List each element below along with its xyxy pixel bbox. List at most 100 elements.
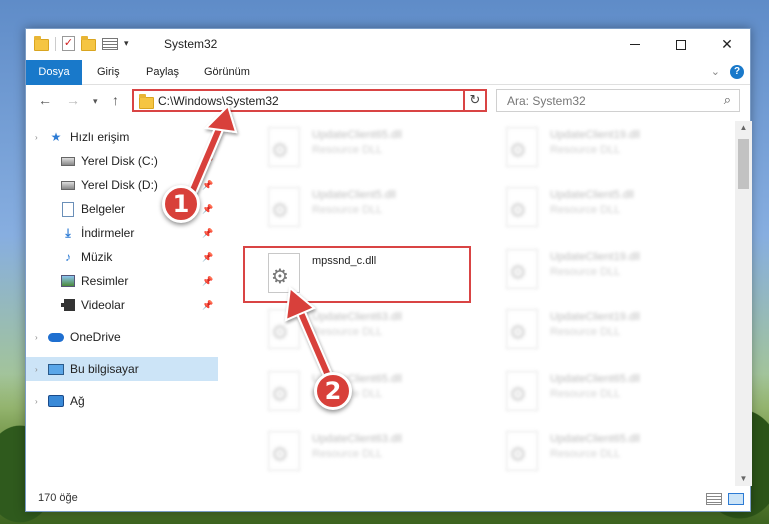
file-tile[interactable]: UpdateClient65.dll Resource DLL bbox=[246, 367, 476, 417]
file-explorer-window: ✓ ▾ System32 ✕ Dosya Giriş Paylaş Görünü… bbox=[25, 28, 752, 512]
file-name: UpdateClient65.dll bbox=[550, 433, 640, 445]
step-2-callout: 2 bbox=[314, 372, 352, 410]
file-type: Resource DLL bbox=[550, 204, 621, 216]
minimize-icon bbox=[630, 44, 640, 45]
pin-icon[interactable]: 📌 bbox=[202, 276, 213, 287]
file-tile[interactable]: UpdateClient63.dll Resource DLL bbox=[246, 305, 476, 355]
quick-access-toolbar: ✓ ▾ bbox=[34, 35, 129, 51]
pin-icon[interactable]: 📌 bbox=[202, 300, 213, 311]
close-button[interactable]: ✕ bbox=[704, 29, 750, 60]
ribbon-expand-icon[interactable]: ⌄ bbox=[711, 65, 720, 78]
file-tile[interactable]: UpdateClient19.dll Resource DLL bbox=[484, 123, 714, 173]
dll-file-icon bbox=[268, 371, 300, 411]
file-type: Resource DLL bbox=[550, 266, 621, 278]
sidebar-item-this-pc[interactable]: › Bu bilgisayar bbox=[26, 357, 218, 381]
file-tile[interactable]: UpdateClient65.dll Resource DLL bbox=[484, 427, 714, 477]
pin-icon[interactable]: 📌 bbox=[202, 204, 213, 215]
dll-file-icon bbox=[268, 127, 300, 167]
file-tile[interactable]: UpdateClient65.dll Resource DLL bbox=[246, 123, 476, 173]
address-bar[interactable]: C:\Windows\System32 ⌄ bbox=[132, 89, 487, 112]
pin-icon[interactable]: 📌 bbox=[202, 228, 213, 239]
file-type: Resource DLL bbox=[312, 204, 383, 216]
back-arrow-icon[interactable]: ← bbox=[38, 92, 52, 108]
scroll-down-icon[interactable]: ▼ bbox=[735, 472, 752, 486]
new-folder-icon[interactable] bbox=[81, 35, 96, 51]
documents-icon bbox=[60, 201, 76, 217]
pin-icon[interactable]: 📌 bbox=[202, 180, 213, 191]
sidebar-item-label: Müzik bbox=[81, 250, 113, 264]
dll-file-icon bbox=[506, 249, 538, 289]
file-name: UpdateClient19.dll bbox=[550, 129, 640, 141]
sidebar-item-network[interactable]: › Ağ bbox=[26, 389, 218, 413]
sidebar-item-onedrive[interactable]: › OneDrive bbox=[26, 325, 218, 349]
dll-file-icon bbox=[506, 127, 538, 167]
sidebar-item-label: OneDrive bbox=[70, 330, 121, 344]
sidebar-item-label: Ağ bbox=[70, 394, 85, 408]
sidebar-item-music[interactable]: ♪ Müzik 📌 bbox=[26, 245, 218, 269]
sidebar-item-videos[interactable]: Videolar 📌 bbox=[26, 293, 218, 317]
address-folder-icon bbox=[139, 94, 154, 109]
file-tile[interactable]: UpdateClient63.dll Resource DLL bbox=[246, 427, 476, 477]
file-type: Resource DLL bbox=[550, 388, 621, 400]
file-tile[interactable]: UpdateClient5.dll Resource DLL bbox=[246, 183, 476, 233]
sidebar-item-label: Yerel Disk (D:) bbox=[81, 178, 158, 192]
search-input[interactable]: Ara: System32 bbox=[507, 94, 586, 108]
file-name: UpdateClient19.dll bbox=[550, 311, 640, 323]
star-icon: ★ bbox=[50, 130, 62, 144]
file-name: UpdateClient63.dll bbox=[312, 433, 402, 445]
disk-drive-icon bbox=[60, 153, 76, 169]
recent-locations-chevron-icon[interactable]: ▾ bbox=[93, 96, 98, 107]
expand-chevron-icon[interactable]: › bbox=[35, 397, 38, 406]
sidebar-item-pictures[interactable]: Resimler 📌 bbox=[26, 269, 218, 293]
dll-file-icon bbox=[268, 431, 300, 471]
file-tile[interactable]: UpdateClient19.dll Resource DLL bbox=[484, 305, 714, 355]
up-arrow-icon[interactable]: ↑ bbox=[112, 92, 119, 108]
sidebar-item-label: İndirmeler bbox=[81, 226, 135, 240]
sidebar-item-label: Yerel Disk (C:) bbox=[81, 154, 158, 168]
pin-icon[interactable]: 📌 bbox=[202, 156, 213, 167]
file-type: Resource DLL bbox=[550, 144, 621, 156]
tab-home[interactable]: Giriş bbox=[84, 60, 133, 85]
search-box[interactable]: Ara: System32 ⌕ bbox=[496, 89, 740, 112]
details-view-icon[interactable] bbox=[706, 493, 722, 505]
sidebar-item-label: Resimler bbox=[81, 274, 129, 288]
computer-icon bbox=[48, 361, 64, 377]
file-type: Resource DLL bbox=[312, 144, 383, 156]
refresh-button[interactable]: ↻ bbox=[463, 89, 487, 112]
scrollbar-thumb[interactable] bbox=[738, 139, 749, 189]
tab-share[interactable]: Paylaş bbox=[133, 60, 192, 85]
expand-chevron-icon[interactable]: › bbox=[35, 333, 38, 342]
large-icons-view-icon[interactable] bbox=[728, 493, 744, 505]
tab-file[interactable]: Dosya bbox=[26, 60, 82, 85]
file-list: UpdateClient65.dll Resource DLL UpdateCl… bbox=[226, 121, 736, 486]
file-tile[interactable]: UpdateClient19.dll Resource DLL bbox=[484, 245, 714, 295]
forward-arrow-icon[interactable]: → bbox=[66, 92, 80, 108]
search-icon[interactable]: ⌕ bbox=[724, 92, 731, 108]
maximize-button[interactable] bbox=[658, 29, 704, 60]
expand-chevron-icon[interactable]: › bbox=[35, 365, 38, 374]
file-tile[interactable]: UpdateClient65.dll Resource DLL bbox=[484, 367, 714, 417]
sidebar-item-label: Hızlı erişim bbox=[70, 130, 130, 144]
music-note-icon: ♪ bbox=[65, 250, 71, 264]
help-icon[interactable]: ? bbox=[730, 65, 744, 79]
sidebar-item-quick-access[interactable]: › ★ Hızlı erişim bbox=[26, 125, 218, 149]
step-1-callout: 1 bbox=[162, 185, 200, 223]
file-tile[interactable]: UpdateClient5.dll Resource DLL bbox=[484, 183, 714, 233]
file-name: UpdateClient63.dll bbox=[312, 311, 402, 323]
address-path[interactable]: C:\Windows\System32 bbox=[158, 94, 279, 108]
properties-check-icon[interactable]: ✓ bbox=[62, 36, 75, 51]
vertical-scrollbar[interactable]: ▲ ▼ bbox=[735, 121, 752, 486]
item-count: 170 öğe bbox=[38, 492, 78, 504]
sidebar-item-local-disk-c[interactable]: Yerel Disk (C:) 📌 bbox=[26, 149, 218, 173]
maximize-icon bbox=[676, 39, 686, 50]
pin-icon[interactable]: 📌 bbox=[202, 252, 213, 263]
file-name: UpdateClient65.dll bbox=[550, 373, 640, 385]
customize-toolbar-dropdown-icon[interactable]: ▾ bbox=[124, 38, 129, 49]
sidebar-item-downloads[interactable]: ⤓ İndirmeler 📌 bbox=[26, 221, 218, 245]
expand-chevron-icon[interactable]: › bbox=[35, 133, 38, 142]
file-name: UpdateClient5.dll bbox=[312, 189, 396, 201]
properties-list-icon[interactable] bbox=[102, 37, 118, 50]
scroll-up-icon[interactable]: ▲ bbox=[735, 121, 752, 135]
tab-view[interactable]: Görünüm bbox=[191, 60, 263, 85]
minimize-button[interactable] bbox=[612, 29, 658, 60]
